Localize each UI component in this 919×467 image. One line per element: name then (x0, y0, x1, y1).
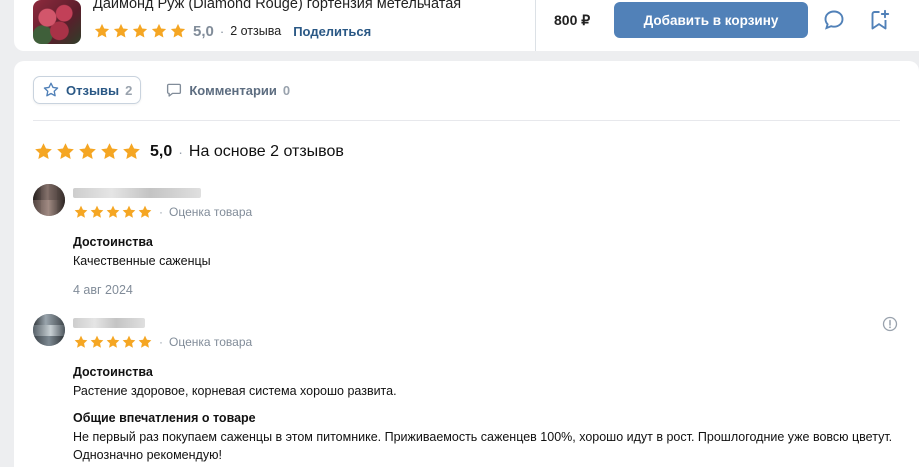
star-icon (73, 204, 89, 220)
star-icon (137, 334, 153, 350)
star-icon (169, 22, 187, 40)
tab-label: Отзывы (66, 82, 120, 98)
info-icon[interactable] (882, 316, 898, 332)
section-heading: Достоинства (73, 365, 153, 379)
summary-based-on: На основе 2 отзывов (188, 142, 344, 160)
separator-dot: · (159, 205, 163, 219)
star-outline-icon (42, 81, 60, 99)
tab-label: Комментарии (189, 82, 277, 98)
star-icon (121, 334, 137, 350)
star-icon (121, 141, 142, 162)
review-stars (73, 334, 153, 350)
reviews-count[interactable]: 2 отзыва (230, 24, 281, 38)
divider (535, 0, 536, 51)
review-rating: · Оценка товара (73, 334, 252, 350)
section-heading: Достоинства (73, 235, 153, 249)
section-text: Растение здоровое, корневая система хоро… (73, 384, 397, 398)
separator-dot: · (219, 23, 225, 39)
section-heading: Общие впечатления о товаре (73, 411, 256, 425)
add-to-cart-button[interactable]: Добавить в корзину (614, 2, 808, 38)
bookmark-add-icon[interactable] (867, 8, 891, 32)
tab-count: 2 (125, 82, 133, 98)
star-icon (131, 22, 149, 40)
tab-comments[interactable]: Комментарии 0 (157, 76, 298, 104)
rating-summary: 5,0 · На основе 2 отзывов (33, 141, 344, 162)
product-stars (93, 22, 187, 40)
star-icon (150, 22, 168, 40)
avatar[interactable] (33, 314, 65, 346)
rating-label: Оценка товара (169, 335, 253, 349)
product-rating: 5,0 · 2 отзыва Поделиться (93, 22, 371, 40)
star-icon (105, 204, 121, 220)
star-icon (99, 141, 120, 162)
product-thumbnail[interactable] (33, 0, 81, 44)
product-title[interactable]: Даймонд Руж (Diamond Rouge) гортензия ме… (93, 0, 461, 12)
star-icon (55, 141, 76, 162)
section-text: Не первый раз покупаем саженцы в этом пи… (73, 430, 893, 462)
star-icon (89, 334, 105, 350)
review-date[interactable]: 4 авг 2024 (73, 283, 133, 297)
product-header: Даймонд Руж (Diamond Rouge) гортензия ме… (14, 0, 919, 51)
star-icon (73, 334, 89, 350)
author-name-redacted[interactable] (73, 318, 145, 328)
star-icon (33, 141, 54, 162)
tab-reviews[interactable]: Отзывы 2 (33, 76, 142, 104)
star-icon (77, 141, 98, 162)
star-icon (112, 22, 130, 40)
separator-dot: · (178, 143, 183, 160)
comment-icon (165, 81, 183, 99)
review-stars (73, 204, 153, 220)
star-icon (121, 204, 137, 220)
message-icon[interactable] (822, 8, 846, 32)
star-icon (93, 22, 111, 40)
summary-score: 5,0 (150, 142, 173, 160)
reviews-card: Отзывы 2 Комментарии 0 5,0 · На основе 2… (14, 61, 919, 467)
star-icon (137, 204, 153, 220)
share-link[interactable]: Поделиться (293, 24, 371, 39)
separator-dot: · (159, 335, 163, 349)
rating-label: Оценка товара (169, 205, 253, 219)
product-price: 800 ₽ (554, 12, 591, 28)
review-rating: · Оценка товара (73, 204, 252, 220)
star-icon (105, 334, 121, 350)
tabs: Отзывы 2 Комментарии 0 (33, 76, 298, 104)
product-score: 5,0 (193, 22, 214, 40)
author-name-redacted[interactable] (73, 188, 201, 198)
summary-stars (33, 141, 142, 162)
avatar[interactable] (33, 184, 65, 216)
divider (33, 120, 900, 121)
section-text: Качественные саженцы (73, 254, 211, 268)
star-icon (89, 204, 105, 220)
tab-count: 0 (282, 82, 291, 98)
